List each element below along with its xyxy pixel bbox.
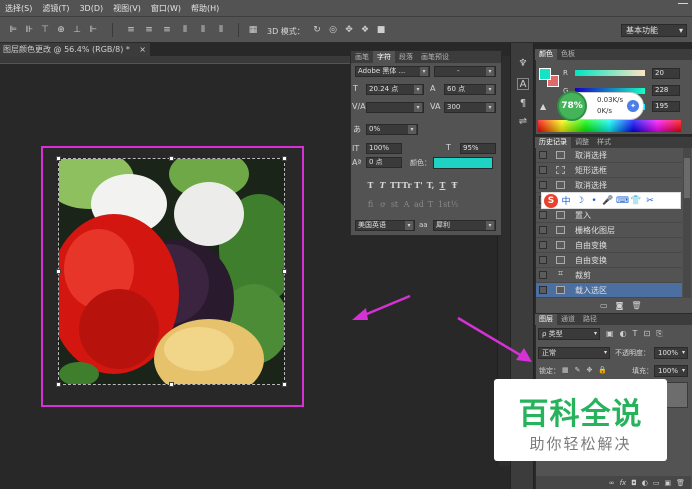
watermark-title: 百科全说 [518,397,643,432]
arrow-to-canvas [352,294,411,320]
watermark-subtitle: 助你轻松解决 [529,435,632,453]
arrow-to-layers [457,316,532,362]
watermark-badge: 百科全说 助你轻松解决 [494,379,667,461]
photoshop-window: 选择(S) 滤镜(T) 3D(D) 视图(V) 窗口(W) 帮助(H) ⊫ ⊪ … [0,0,692,489]
